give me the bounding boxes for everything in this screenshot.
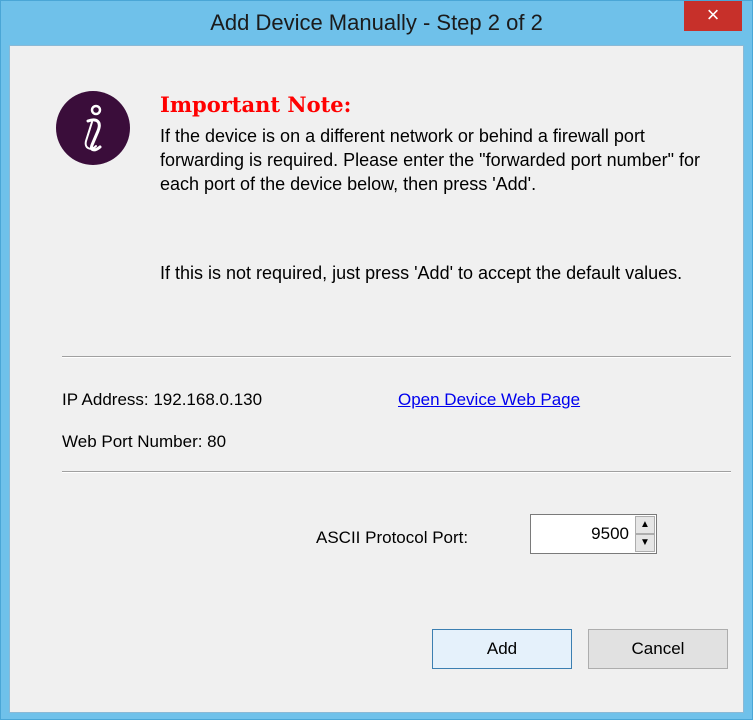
spin-down-button[interactable]: ▼: [635, 534, 655, 552]
ascii-port-stepper: 9500 ▲ ▼: [530, 514, 657, 554]
title-bar: Add Device Manually - Step 2 of 2 ×: [1, 1, 752, 45]
note-title: Important Note:: [160, 92, 352, 117]
close-button[interactable]: ×: [684, 1, 742, 31]
web-port-label: Web Port Number: 80: [62, 432, 227, 451]
info-glyph-icon: [58, 93, 128, 163]
dialog-body: Important Note: If the device is on a di…: [9, 45, 744, 713]
note-paragraph-2: If this is not required, just press 'Add…: [160, 263, 683, 283]
ascii-port-input[interactable]: 9500: [531, 515, 633, 553]
info-icon: [56, 91, 130, 165]
dialog-title: Add Device Manually - Step 2 of 2: [210, 10, 543, 35]
ascii-port-label: ASCII Protocol Port:: [316, 528, 469, 547]
note-paragraph-1: If the device is on a different network …: [160, 126, 701, 194]
ip-address-label: IP Address: 192.168.0.130: [62, 390, 263, 409]
add-button[interactable]: Add: [432, 629, 572, 669]
separator-top: [62, 356, 731, 358]
open-device-web-page-link[interactable]: Open Device Web Page: [398, 390, 580, 410]
spin-up-button[interactable]: ▲: [635, 516, 655, 534]
dialog-window: Add Device Manually - Step 2 of 2 × Impo…: [0, 0, 753, 720]
cancel-button[interactable]: Cancel: [588, 629, 728, 669]
separator-bottom: [62, 471, 731, 473]
